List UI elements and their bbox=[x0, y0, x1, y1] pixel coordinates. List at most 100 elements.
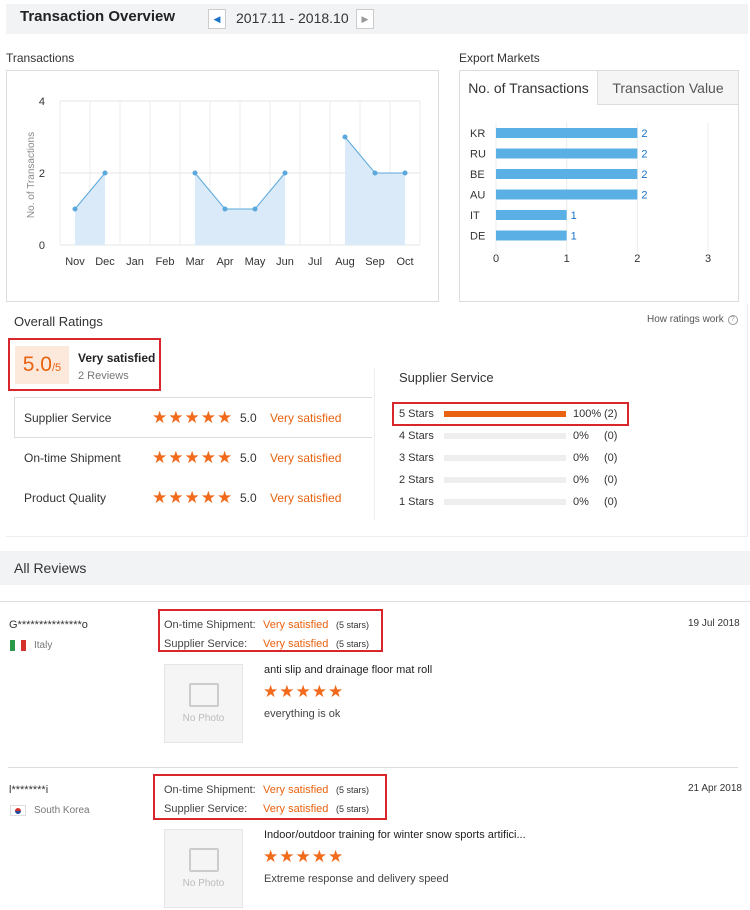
star-rating: ★★★★★ bbox=[152, 488, 233, 508]
star-icon: ★ bbox=[200, 488, 217, 507]
tab-no-of-transactions[interactable]: No. of Transactions bbox=[460, 71, 598, 105]
no-photo-label: No Photo bbox=[182, 878, 225, 889]
rating-count: (2) bbox=[604, 408, 618, 420]
market-bar bbox=[496, 169, 638, 179]
reviewer-name: l********i bbox=[9, 784, 49, 796]
star-icon: ★ bbox=[184, 488, 201, 507]
market-bar bbox=[496, 128, 638, 138]
bar-value-label: 1 bbox=[571, 210, 577, 222]
x-tick-label: May bbox=[245, 256, 266, 268]
data-point bbox=[372, 170, 378, 176]
rating-category-score: 5.0 bbox=[240, 411, 257, 425]
market-bar bbox=[496, 148, 638, 159]
product-name[interactable]: Indoor/outdoor training for winter snow … bbox=[264, 829, 526, 841]
rating-bar-fill bbox=[444, 411, 566, 417]
product-name[interactable]: anti slip and drainage floor mat roll bbox=[264, 664, 432, 676]
review-date: 21 Apr 2018 bbox=[688, 783, 742, 794]
market-bar bbox=[496, 210, 567, 220]
transactions-chart: 0 2 4 Nov Dec Jan Feb Mar Apr May Jun Jul Aug Sep Oct N… bbox=[26, 96, 421, 268]
overall-score-suffix: /5 bbox=[52, 362, 62, 374]
country-label: RU bbox=[470, 149, 486, 161]
bar-value-label: 2 bbox=[641, 169, 647, 181]
service-label: Supplier Service: bbox=[164, 803, 248, 815]
x-tick-label: Jun bbox=[276, 256, 294, 268]
star-icon: ★ bbox=[311, 682, 328, 701]
y-axis-label: No. of Transactions bbox=[26, 132, 37, 218]
overall-score: 5.0 bbox=[22, 353, 52, 376]
rating-category-name: Product Quality bbox=[24, 491, 107, 505]
export-markets-label: Export Markets bbox=[459, 51, 540, 65]
export-markets-chart: 0 1 2 3 KR 2 RU 2 BE 2 AU 2 IT 1 DE 1 bbox=[470, 123, 711, 265]
supplier-service-label: Supplier Service bbox=[399, 370, 494, 385]
how-ratings-work-text: How ratings work bbox=[647, 314, 724, 325]
overall-verdict: Very satisfied bbox=[78, 351, 156, 365]
service-label: Supplier Service: bbox=[164, 638, 248, 650]
service-stars: (5 stars) bbox=[336, 639, 370, 649]
data-point bbox=[192, 170, 198, 176]
prev-range-button[interactable]: ◀ bbox=[208, 9, 226, 29]
rating-category-verdict: Very satisfied bbox=[270, 451, 342, 465]
star-level-label: 1 Stars bbox=[399, 496, 434, 508]
rating-pct: 0% bbox=[573, 496, 589, 508]
country-label: BE bbox=[470, 169, 485, 181]
product-photo: No Photo bbox=[164, 829, 243, 908]
no-photo-label: No Photo bbox=[182, 713, 225, 724]
y-tick-label: 2 bbox=[39, 168, 45, 180]
x-tick-label: Aug bbox=[335, 256, 355, 268]
tab-transaction-value[interactable]: Transaction Value bbox=[598, 71, 738, 105]
y-tick-label: 0 bbox=[39, 240, 45, 252]
rating-pct: 0% bbox=[573, 430, 589, 442]
rating-category-name: On-time Shipment bbox=[24, 451, 121, 465]
rating-bar-track bbox=[444, 455, 566, 461]
page-title: Transaction Overview bbox=[20, 8, 176, 25]
overall-score-badge: 5.0/5 bbox=[15, 346, 69, 384]
review-comment: Extreme response and delivery speed bbox=[264, 873, 449, 885]
star-icon: ★ bbox=[279, 847, 296, 866]
service-value: Very satisfied bbox=[263, 803, 329, 815]
star-icon: ★ bbox=[200, 448, 217, 467]
data-point bbox=[72, 206, 78, 212]
reviewer-country: South Korea bbox=[34, 805, 90, 816]
country-label: DE bbox=[470, 231, 485, 243]
star-icon: ★ bbox=[311, 847, 328, 866]
all-reviews-label: All Reviews bbox=[14, 560, 87, 576]
data-point bbox=[282, 170, 288, 176]
market-bar bbox=[496, 230, 567, 241]
product-photo: No Photo bbox=[164, 664, 243, 743]
star-level-label: 3 Stars bbox=[399, 452, 434, 464]
shipment-stars: (5 stars) bbox=[336, 620, 370, 630]
star-icon: ★ bbox=[263, 847, 280, 866]
bar-value-label: 1 bbox=[571, 231, 577, 243]
rating-count: (0) bbox=[604, 474, 618, 486]
next-range-button[interactable]: ▶ bbox=[356, 9, 374, 29]
country-label: KR bbox=[470, 128, 485, 140]
star-icon: ★ bbox=[168, 488, 185, 507]
rating-bar-track bbox=[444, 411, 566, 417]
rating-bar-track bbox=[444, 477, 566, 483]
service-stars: (5 stars) bbox=[336, 804, 370, 814]
rating-count: (0) bbox=[604, 496, 618, 508]
star-icon: ★ bbox=[263, 682, 280, 701]
review-divider bbox=[8, 767, 738, 768]
bar-value-label: 2 bbox=[641, 149, 647, 161]
x-tick-label: Nov bbox=[65, 256, 85, 268]
shipment-value: Very satisfied bbox=[263, 784, 329, 796]
review-date: 19 Jul 2018 bbox=[688, 618, 740, 629]
x-tick-label: Oct bbox=[396, 256, 413, 268]
star-icon: ★ bbox=[184, 408, 201, 427]
review-star-rating: ★★★★★ bbox=[263, 682, 344, 702]
how-ratings-work-link[interactable]: How ratings work ? bbox=[647, 314, 738, 325]
y-tick-label: 4 bbox=[39, 96, 45, 108]
service-value: Very satisfied bbox=[263, 638, 329, 650]
x-tick-label: 0 bbox=[493, 253, 499, 265]
rating-category-verdict: Very satisfied bbox=[270, 491, 342, 505]
data-point bbox=[102, 170, 108, 176]
x-tick-label: Jul bbox=[308, 256, 322, 268]
transactions-panel: 0 2 4 Nov Dec Jan Feb Mar Apr May Jun Jul Aug Sep Oct N… bbox=[6, 70, 439, 302]
star-icon: ★ bbox=[168, 408, 185, 427]
x-tick-label: Apr bbox=[216, 256, 233, 268]
star-icon: ★ bbox=[328, 682, 345, 701]
review-star-rating: ★★★★★ bbox=[263, 847, 344, 867]
reviewer-name: G***************o bbox=[9, 619, 88, 631]
area-fill bbox=[345, 137, 405, 245]
